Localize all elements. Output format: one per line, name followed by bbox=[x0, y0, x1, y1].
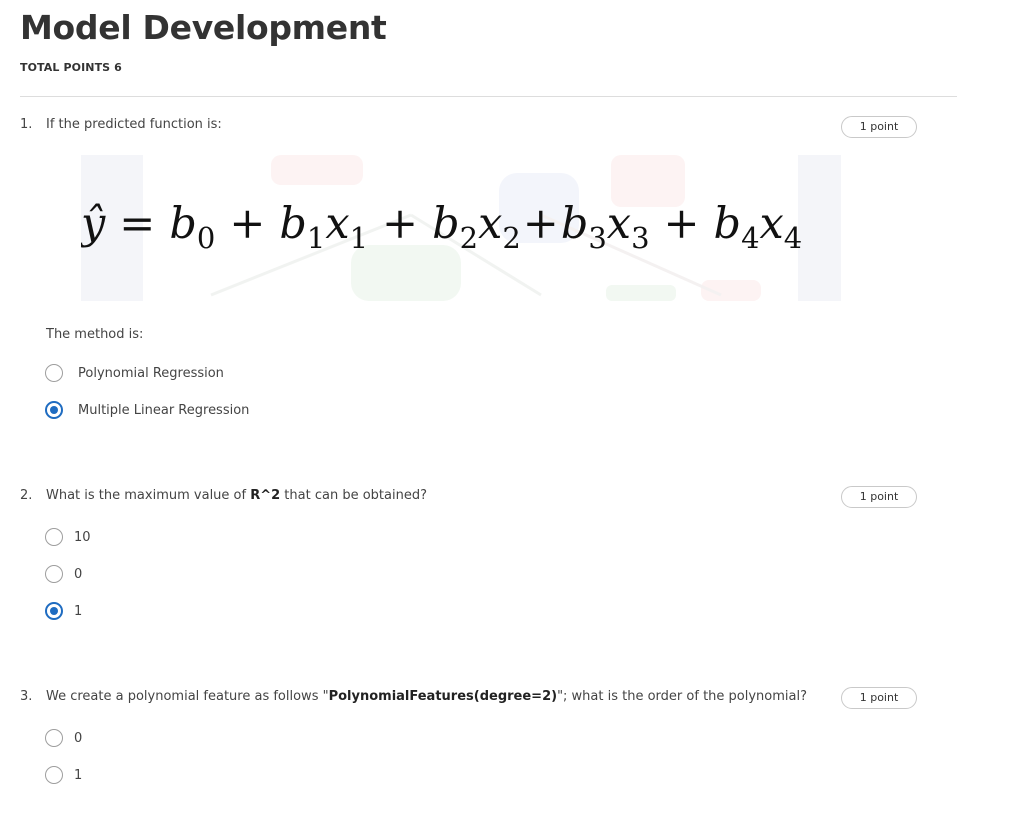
question-prompt: If the predicted function is: bbox=[46, 117, 222, 132]
formula-subscript: 1 bbox=[306, 221, 326, 255]
formula-lhs: ŷ bbox=[81, 199, 106, 249]
question-prompt: What is the maximum value of R^2 that ca… bbox=[46, 488, 427, 503]
prompt-text: that can be obtained? bbox=[280, 488, 427, 503]
radio-unchecked-icon[interactable] bbox=[45, 364, 63, 382]
formula-image: ŷ = b0 + b1x1 + b2x2+b3x3 + b4x4 bbox=[81, 155, 841, 301]
total-points-label: TOTAL POINTS 6 bbox=[20, 61, 122, 74]
formula-term: b bbox=[713, 199, 742, 249]
option-label: 10 bbox=[74, 529, 91, 545]
question-number: 2. bbox=[20, 488, 33, 503]
option-10[interactable]: 10 bbox=[45, 527, 91, 547]
prompt-text: What is the maximum value of bbox=[46, 488, 251, 503]
option-1[interactable]: 1 bbox=[45, 601, 82, 621]
formula-subscript: 4 bbox=[783, 221, 803, 255]
formula-plus: + bbox=[382, 199, 419, 249]
formula-subscript: 2 bbox=[459, 221, 479, 255]
option-label: 1 bbox=[74, 767, 83, 783]
question-number: 1. bbox=[20, 117, 33, 132]
points-badge: 1 point bbox=[841, 687, 917, 709]
radio-unchecked-icon[interactable] bbox=[45, 729, 63, 747]
prompt-bold-text: PolynomialFeatures(degree=2) bbox=[328, 689, 558, 704]
prompt-bold-text: R^2 bbox=[250, 488, 281, 503]
formula-variable: x bbox=[478, 199, 503, 249]
option-label: 0 bbox=[74, 566, 83, 582]
option-1[interactable]: 1 bbox=[45, 765, 82, 785]
header-divider bbox=[20, 96, 957, 97]
formula-variable: x bbox=[325, 199, 350, 249]
prompt-text: "; what is the order of the polynomial? bbox=[557, 689, 807, 704]
radio-unchecked-icon[interactable] bbox=[45, 766, 63, 784]
formula-subscript: 3 bbox=[588, 221, 607, 255]
formula-term: b bbox=[432, 199, 460, 249]
formula-plus: + bbox=[663, 199, 700, 249]
formula-subscript: 1 bbox=[349, 221, 369, 255]
regression-formula: ŷ = b0 + b1x1 + b2x2+b3x3 + b4x4 bbox=[81, 194, 802, 254]
radio-checked-icon[interactable] bbox=[45, 401, 63, 419]
formula-plus: + bbox=[229, 199, 266, 249]
option-multiple-linear-regression[interactable]: Multiple Linear Regression bbox=[45, 400, 249, 420]
option-label: Multiple Linear Regression bbox=[78, 402, 250, 418]
formula-equals: = bbox=[119, 199, 156, 249]
formula-variable: x bbox=[759, 199, 784, 249]
formula-subscript: 3 bbox=[631, 221, 650, 255]
option-0[interactable]: 0 bbox=[45, 564, 82, 584]
formula-term: b bbox=[560, 199, 589, 249]
option-polynomial-regression[interactable]: Polynomial Regression bbox=[45, 363, 224, 383]
radio-unchecked-icon[interactable] bbox=[45, 565, 63, 583]
formula-subscript: 2 bbox=[502, 221, 521, 255]
method-prompt: The method is: bbox=[46, 327, 144, 342]
formula-plus: + bbox=[522, 199, 559, 249]
formula-term: b bbox=[169, 199, 197, 249]
formula-subscript: 0 bbox=[196, 221, 216, 255]
option-0[interactable]: 0 bbox=[45, 728, 82, 748]
radio-unchecked-icon[interactable] bbox=[45, 528, 63, 546]
points-badge: 1 point bbox=[841, 116, 917, 138]
formula-variable: x bbox=[606, 199, 632, 249]
points-badge: 1 point bbox=[841, 486, 917, 508]
option-label: 1 bbox=[74, 603, 83, 619]
formula-term: b bbox=[279, 199, 307, 249]
quiz-page: Model Development TOTAL POINTS 6 1. If t… bbox=[0, 0, 1011, 824]
question-prompt: We create a polynomial feature as follow… bbox=[46, 689, 807, 704]
radio-checked-icon[interactable] bbox=[45, 602, 63, 620]
page-title: Model Development bbox=[20, 8, 387, 47]
question-number: 3. bbox=[20, 689, 33, 704]
option-label: Polynomial Regression bbox=[78, 365, 224, 381]
formula-subscript: 4 bbox=[741, 221, 760, 255]
option-label: 0 bbox=[74, 730, 83, 746]
prompt-text: We create a polynomial feature as follow… bbox=[46, 689, 329, 704]
